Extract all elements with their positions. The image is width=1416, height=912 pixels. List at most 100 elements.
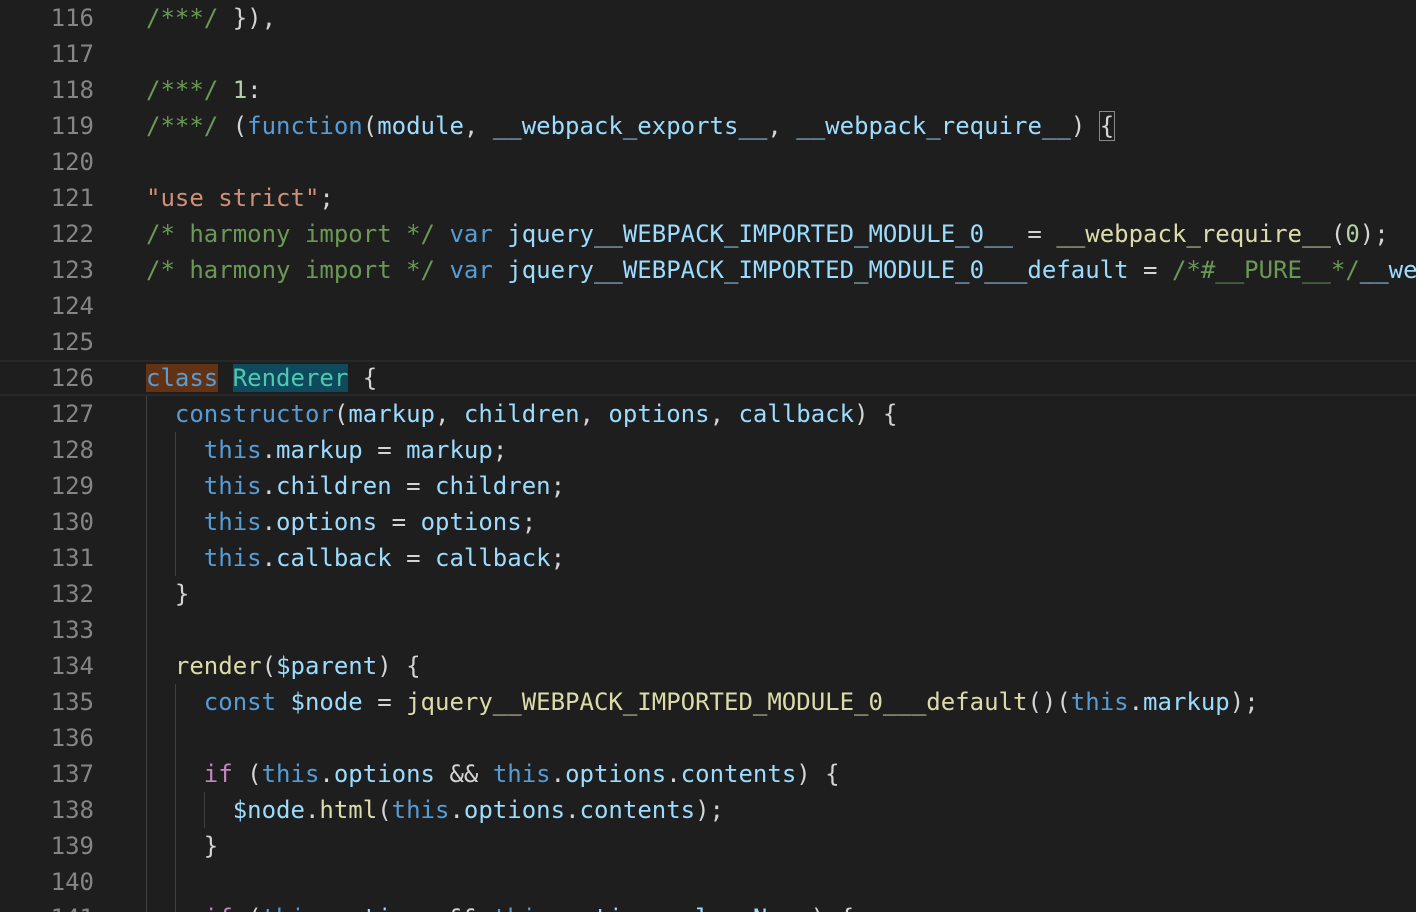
code-token: ): [1070, 112, 1100, 140]
code-token: /* harmony import */: [146, 220, 450, 248]
code-token: var: [449, 256, 493, 284]
code-token: 0: [1345, 220, 1360, 248]
code-token: children: [435, 472, 551, 500]
line-number: 140: [50, 868, 94, 896]
code-token: (: [233, 904, 261, 912]
code-token: (: [232, 112, 248, 140]
code-line[interactable]: 128 this.markup = markup;: [0, 432, 1416, 468]
code-token: options: [608, 400, 710, 428]
code-line[interactable]: 129 this.children = children;: [0, 468, 1416, 504]
code-token: (: [362, 112, 378, 140]
line-number: 122: [50, 220, 94, 248]
code-line[interactable]: 130 this.options = options;: [0, 504, 1416, 540]
code-token: callback: [276, 544, 392, 572]
code-editor[interactable]: 116/***/ }), 117 118/***/ 1: 119/***/ (func…: [0, 0, 1416, 912]
code-token: render: [174, 652, 262, 680]
code-line[interactable]: 139 }: [0, 828, 1416, 864]
code-token: .: [319, 904, 333, 912]
code-token: }: [146, 580, 190, 608]
code-line[interactable]: 141 if (this.options && this.options.cla…: [0, 900, 1416, 912]
code-token: (: [261, 652, 277, 680]
code-token: /* harmony import */: [146, 256, 450, 284]
code-token: .: [261, 436, 277, 464]
code-text: this.options = options;: [146, 504, 536, 540]
code-text: /***/ }),: [146, 0, 276, 36]
code-token: this: [492, 760, 551, 788]
code-token: options: [420, 508, 522, 536]
code-line[interactable]: 140: [0, 864, 1416, 900]
code-token: options: [565, 904, 666, 912]
code-line[interactable]: 127 constructor(markup, children, option…: [0, 396, 1416, 432]
code-token: =: [1128, 256, 1172, 284]
line-number: 120: [50, 148, 94, 176]
code-line[interactable]: 121 "use strict";: [0, 180, 1416, 216]
code-token: /*#__PURE__*/: [1171, 256, 1360, 284]
code-token: children: [276, 472, 392, 500]
code-text: constructor(markup, children, options, c…: [146, 396, 898, 432]
code-line[interactable]: 131 this.callback = callback;: [0, 540, 1416, 576]
code-token: {: [348, 364, 378, 392]
code-line[interactable]: 133: [0, 612, 1416, 648]
code-line[interactable]: 126 class Renderer {: [0, 360, 1416, 396]
code-text: class Renderer {: [146, 362, 377, 394]
line-number: 128: [50, 436, 94, 464]
line-number: 130: [50, 508, 94, 536]
code-line[interactable]: 119/***/ (function(module, __webpack_exp…: [0, 108, 1416, 144]
code-text: $node.html(this.options.contents);: [146, 792, 724, 828]
line-number: 132: [50, 580, 94, 608]
code-line[interactable]: 132 }: [0, 576, 1416, 612]
line-number: 138: [50, 796, 94, 824]
code-token: contents: [680, 760, 797, 788]
code-line[interactable]: 120: [0, 144, 1416, 180]
code-token: markup: [348, 400, 436, 428]
line-number: 125: [50, 328, 94, 356]
indent-guide: [174, 684, 176, 912]
code-token: options: [565, 760, 667, 788]
code-token: if: [204, 904, 233, 912]
code-token: .: [319, 760, 334, 788]
code-text: /***/ 1:: [146, 72, 262, 108]
code-line[interactable]: 122 /* harmony import */ var jquery__WEBP…: [0, 216, 1416, 252]
code-line[interactable]: 136: [0, 720, 1416, 756]
code-token: function: [247, 112, 363, 140]
code-token: $parent: [276, 652, 378, 680]
code-token: );: [1359, 220, 1389, 248]
code-token: .: [1128, 688, 1144, 716]
code-token: }: [146, 832, 219, 860]
code-line[interactable]: 118 /***/ 1:: [0, 72, 1416, 108]
code-token: contents: [579, 796, 696, 824]
code-line[interactable]: 134 render($parent) {: [0, 648, 1416, 684]
code-text: }: [146, 828, 218, 864]
code-token: markup: [406, 436, 493, 464]
code-token: ;: [521, 508, 537, 536]
line-number: 133: [50, 616, 94, 644]
code-token: __webpack_exports__: [492, 112, 768, 140]
code-token: this: [391, 796, 450, 824]
line-number: 135: [50, 688, 94, 716]
code-token: ;: [492, 436, 508, 464]
code-token: $node: [232, 796, 305, 824]
code-line[interactable]: 125: [0, 324, 1416, 360]
code-token: this: [261, 760, 320, 788]
code-line[interactable]: 135 const $node = jquery__WEBPACK_IMPORT…: [0, 684, 1416, 720]
code-token: ;: [550, 544, 566, 572]
code-line[interactable]: 137 if (this.options && this.options.con…: [0, 756, 1416, 792]
code-line[interactable]: 138 $node.html(this.options.contents);: [0, 792, 1416, 828]
code-line[interactable]: 116 /***/ }),: [0, 0, 1416, 36]
code-token: Renderer: [232, 364, 349, 392]
code-line[interactable]: 123 /* harmony import */ var jquery__WEBP…: [0, 252, 1416, 288]
code-text: /* harmony import */ var jquery__WEBPACK…: [146, 216, 1389, 252]
code-token: .: [550, 760, 566, 788]
code-line[interactable]: 117: [0, 36, 1416, 72]
code-text: const $node = jquery__WEBPACK_IMPORTED_M…: [146, 684, 1259, 720]
code-token: (: [333, 400, 349, 428]
code-token: ()(: [1027, 688, 1071, 716]
code-token: const: [203, 688, 277, 716]
code-token: __we: [1359, 256, 1416, 284]
code-line[interactable]: 124: [0, 288, 1416, 324]
code-text: this.markup = markup;: [146, 432, 507, 468]
